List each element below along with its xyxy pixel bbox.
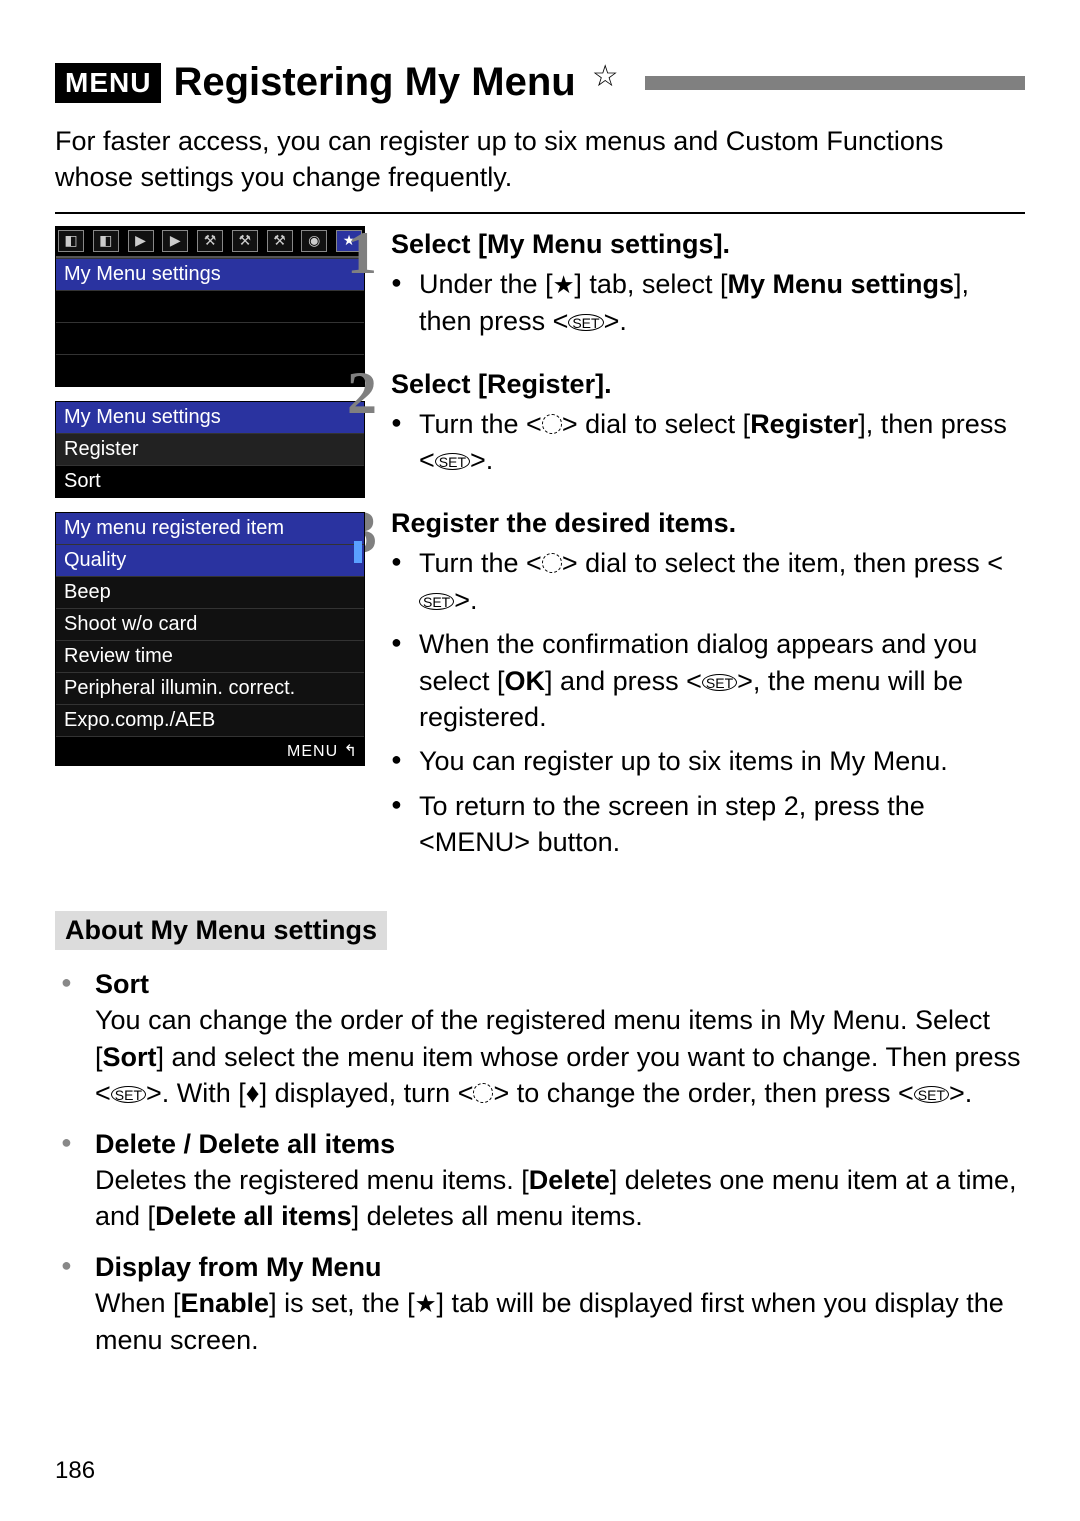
about-item-sort: Sort You can change the order of the reg… <box>55 966 1025 1112</box>
menu-badge: MENU <box>55 63 161 103</box>
menu-item-selected: Quality <box>56 544 364 576</box>
page-title: Registering My Menu <box>173 60 575 105</box>
menu-item: Shoot w/o card <box>56 608 364 640</box>
title-bar <box>645 76 1025 90</box>
menu-item-empty <box>56 290 364 322</box>
star-icon: ★ <box>415 1289 437 1322</box>
step-1: 1 Select [My Menu settings]. Under the [… <box>383 226 1025 348</box>
up-down-icon: ♦ <box>246 1078 260 1108</box>
set-icon: SET <box>702 674 737 691</box>
dial-icon <box>473 1083 493 1103</box>
screenshots-column: ◧ ◧ ▶ ▶ ⚒ ⚒ ⚒ ◉ ★ My Menu settings My Me… <box>55 226 365 887</box>
about-list: Sort You can change the order of the reg… <box>55 966 1025 1359</box>
screen-header: My Menu settings <box>56 402 364 433</box>
step-bullet: Turn the <> dial to select the item, the… <box>391 545 1025 618</box>
menu-item: Beep <box>56 576 364 608</box>
about-item-display: Display from My Menu When [Enable] is se… <box>55 1249 1025 1359</box>
about-item-title: Sort <box>95 969 149 999</box>
camera-screen-3: My menu registered item Quality Beep Sho… <box>55 512 365 766</box>
step-bullet: To return to the screen in step 2, press… <box>391 788 1025 861</box>
step-bullet: Turn the <> dial to select [Register], t… <box>391 406 1025 479</box>
tab-strip: ◧ ◧ ▶ ▶ ⚒ ⚒ ⚒ ◉ ★ <box>56 227 364 258</box>
about-item-title: Delete / Delete all items <box>95 1129 395 1159</box>
set-icon: SET <box>419 593 454 610</box>
step-bullet: Under the [★] tab, select [My Menu setti… <box>391 266 1025 339</box>
tab-icon: ◧ <box>93 230 119 252</box>
tab-icon: ⚒ <box>232 230 258 252</box>
dial-icon <box>542 553 562 573</box>
screen-header: My menu registered item <box>56 513 364 544</box>
set-icon: SET <box>914 1086 949 1103</box>
step-title: Select [Register]. <box>391 366 1025 402</box>
about-item-title: Display from My Menu <box>95 1252 382 1282</box>
tab-icon: ⚒ <box>267 230 293 252</box>
set-icon: SET <box>568 314 603 331</box>
tab-icon: ▶ <box>162 230 188 252</box>
menu-item: Expo.comp./AEB <box>56 704 364 736</box>
menu-item-empty <box>56 322 364 354</box>
camera-screen-1: ◧ ◧ ▶ ▶ ⚒ ⚒ ⚒ ◉ ★ My Menu settings <box>55 226 365 387</box>
menu-item: Sort <box>56 465 364 497</box>
step-title: Register the desired items. <box>391 505 1025 541</box>
menu-item: Peripheral illumin. correct. <box>56 672 364 704</box>
set-icon: SET <box>435 453 470 470</box>
menu-item-empty <box>56 354 364 386</box>
tab-icon: ▶ <box>128 230 154 252</box>
step-bullet: When the confirmation dialog appears and… <box>391 626 1025 735</box>
tab-icon: ◉ <box>301 230 327 252</box>
title-star-icon: ☆ <box>592 59 619 94</box>
camera-screen-2: My Menu settings Register Sort <box>55 401 365 498</box>
step-bullet: You can register up to six items in My M… <box>391 743 1025 779</box>
about-heading: About My Menu settings <box>55 911 387 950</box>
step-title: Select [My Menu settings]. <box>391 226 1025 262</box>
scroll-indicator <box>354 541 362 563</box>
tab-icon: ◧ <box>58 230 84 252</box>
instructions-column: 1 Select [My Menu settings]. Under the [… <box>383 226 1025 887</box>
menu-item: Review time <box>56 640 364 672</box>
menu-back-label: MENU ↰ <box>56 736 364 765</box>
tab-icon: ⚒ <box>197 230 223 252</box>
page-number: 186 <box>55 1457 95 1485</box>
step-number: 2 <box>347 366 383 487</box>
menu-item: Register <box>56 433 364 465</box>
dial-icon <box>542 414 562 434</box>
menu-item-selected: My Menu settings <box>56 258 364 290</box>
step-3: 3 Register the desired items. Turn the <… <box>383 505 1025 869</box>
about-item-delete: Delete / Delete all items Deletes the re… <box>55 1126 1025 1235</box>
manual-page: MENU Registering My Menu ☆ For faster ac… <box>0 0 1080 1521</box>
step-2: 2 Select [Register]. Turn the <> dial to… <box>383 366 1025 487</box>
star-icon: ★ <box>553 270 575 303</box>
content-columns: ◧ ◧ ▶ ▶ ⚒ ⚒ ⚒ ◉ ★ My Menu settings My Me… <box>55 226 1025 887</box>
divider <box>55 212 1025 214</box>
intro-text: For faster access, you can register up t… <box>55 123 1025 196</box>
set-icon: SET <box>111 1086 146 1103</box>
page-title-row: MENU Registering My Menu ☆ <box>55 60 1025 105</box>
step-number: 1 <box>347 226 383 348</box>
